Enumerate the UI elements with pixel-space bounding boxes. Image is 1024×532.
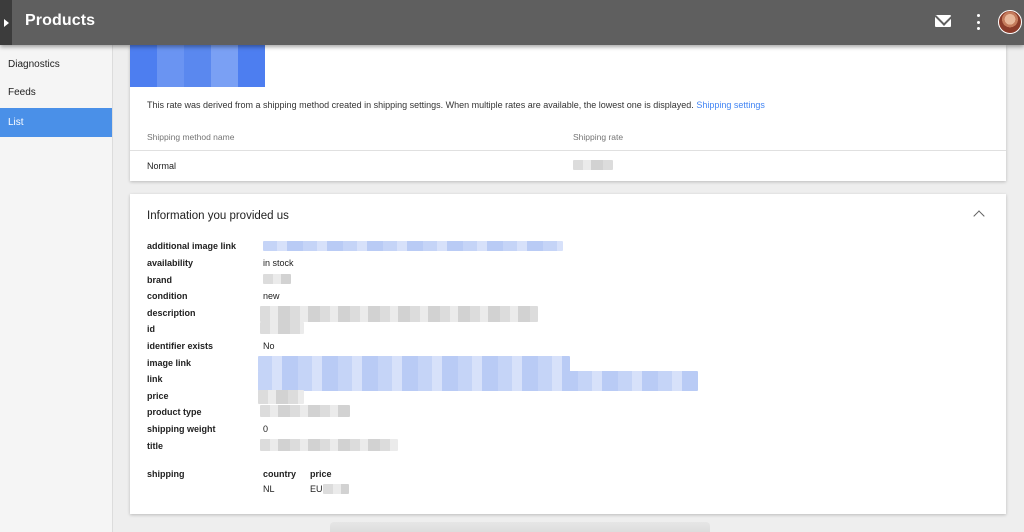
- sidebar-item-diagnostics[interactable]: Diagnostics: [0, 50, 112, 79]
- attr-label-image-link: image link: [147, 358, 192, 368]
- attr-label-brand: brand: [147, 275, 173, 285]
- info-card-title: Information you provided us: [147, 210, 289, 222]
- redacted-price: [258, 390, 304, 404]
- shipping-note-text: This rate was derived from a shipping me…: [147, 100, 694, 110]
- chevron-up-icon[interactable]: [973, 210, 985, 222]
- shipping-column-country: country: [263, 469, 297, 479]
- divider: [130, 150, 1006, 151]
- redacted-link: [258, 371, 698, 391]
- attr-label-product-type: product type: [147, 407, 202, 417]
- redacted-product-type: [260, 405, 350, 417]
- attr-label-id: id: [147, 324, 155, 334]
- nav-toggle-button[interactable]: [0, 0, 12, 45]
- attr-label-link: link: [147, 374, 163, 384]
- shipping-column-price: price: [310, 469, 332, 479]
- shipping-note: This rate was derived from a shipping me…: [147, 100, 765, 110]
- redacted-description: [260, 306, 538, 322]
- redacted-id: [260, 322, 304, 334]
- redacted-additional-image-link: [263, 241, 563, 251]
- redacted-image-link: [258, 356, 570, 372]
- column-header-method: Shipping method name: [147, 132, 235, 142]
- attr-label-availability: availability: [147, 258, 194, 268]
- attr-value-availability: in stock: [263, 258, 294, 268]
- shipping-settings-link[interactable]: Shipping settings: [696, 100, 765, 110]
- chevron-right-icon: [3, 18, 9, 27]
- attr-label-additional-image-link: additional image link: [147, 241, 237, 251]
- redacted-brand: [263, 274, 291, 284]
- app-bar: Products: [0, 0, 1024, 45]
- more-vert-icon[interactable]: [970, 13, 986, 31]
- attr-label-identifier-exists: identifier exists: [147, 341, 214, 351]
- sidebar-item-list[interactable]: List: [0, 108, 112, 137]
- attr-value-shipping-weight: 0: [263, 424, 269, 434]
- attr-label-shipping-weight: shipping weight: [147, 424, 216, 434]
- page-title: Products: [25, 12, 96, 29]
- info-card: Information you provided us additional i…: [130, 194, 1006, 514]
- shipping-method-name: Normal: [147, 161, 177, 171]
- attr-label-price: price: [147, 391, 169, 401]
- attr-value-identifier-exists: No: [263, 341, 275, 351]
- next-card-edge: [330, 522, 710, 532]
- avatar[interactable]: [998, 10, 1022, 34]
- column-header-rate: Shipping rate: [573, 132, 624, 142]
- shipping-country-value: NL: [263, 484, 275, 494]
- attr-label-shipping: shipping: [147, 469, 185, 479]
- redacted-shipping-price: [323, 484, 349, 494]
- shipping-card: This rate was derived from a shipping me…: [130, 45, 1006, 181]
- attr-label-description: description: [147, 308, 196, 318]
- attr-label-condition: condition: [147, 291, 188, 301]
- sidebar: Diagnostics Feeds List: [0, 45, 113, 532]
- redacted-image: [130, 45, 265, 87]
- redacted-title: [260, 439, 398, 451]
- attr-value-condition: new: [263, 291, 280, 301]
- attr-label-title: title: [147, 441, 164, 451]
- shipping-price-value: EU: [310, 484, 323, 494]
- redacted-shipping-rate: [573, 160, 613, 170]
- mail-icon[interactable]: [935, 15, 951, 27]
- sidebar-item-feeds[interactable]: Feeds: [0, 78, 112, 107]
